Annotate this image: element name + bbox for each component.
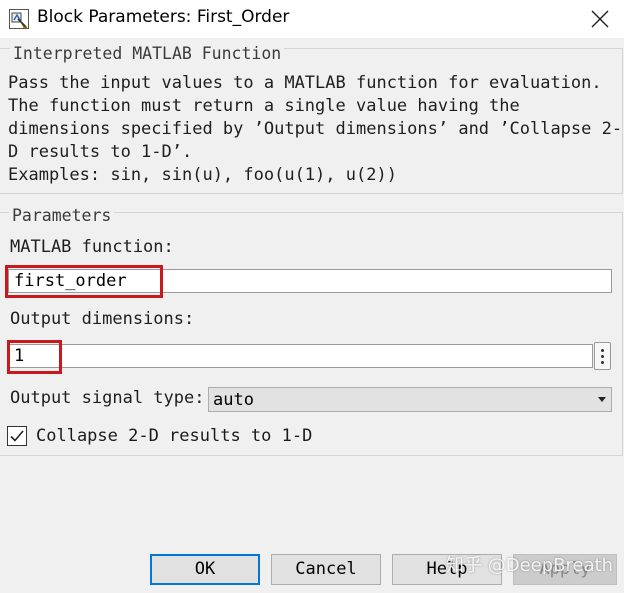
collapse-checkbox[interactable]	[7, 426, 27, 446]
collapse-checkbox-label: Collapse 2-D results to 1-D	[36, 426, 313, 446]
output-signal-type-value: auto	[213, 390, 254, 410]
title-bar: Block Parameters: First_Order	[0, 0, 624, 38]
output-signal-type-select[interactable]: auto	[208, 387, 612, 412]
ok-button[interactable]: OK	[150, 554, 260, 585]
cancel-button[interactable]: Cancel	[271, 554, 381, 585]
parameters-legend: Parameters	[9, 205, 115, 227]
more-options-icon	[601, 349, 604, 352]
description-line-2: The function must return a single value …	[8, 96, 520, 116]
description-line-3: dimensions specified by ’Output dimensio…	[8, 119, 623, 139]
apply-button[interactable]: Apply	[513, 554, 617, 585]
description-legend: Interpreted MATLAB Function	[10, 43, 285, 65]
description-line-1: Pass the input values to a MATLAB functi…	[8, 73, 602, 93]
output-dimensions-input[interactable]: 1	[8, 344, 593, 368]
window-title: Block Parameters: First_Order	[37, 7, 290, 27]
close-icon	[591, 10, 609, 28]
description-line-4: D results to 1-D’.	[8, 142, 193, 162]
matlab-function-input[interactable]: first_order	[8, 269, 612, 293]
more-options-icon-dot	[601, 361, 604, 364]
checkmark-icon	[10, 430, 24, 442]
more-options-icon-dot	[601, 355, 604, 358]
help-button[interactable]: Help	[392, 554, 502, 585]
matlab-function-label: MATLAB function:	[10, 237, 174, 257]
simulink-block-icon	[8, 8, 30, 30]
description-line-5: Examples: sin, sin(u), foo(u(1), u(2))	[8, 165, 397, 185]
output-signal-type-label: Output signal type:	[10, 388, 205, 408]
output-dimensions-label: Output dimensions:	[10, 309, 195, 329]
chevron-down-icon	[598, 397, 606, 402]
close-button[interactable]	[582, 2, 618, 36]
output-dimensions-more-button[interactable]	[594, 342, 611, 370]
